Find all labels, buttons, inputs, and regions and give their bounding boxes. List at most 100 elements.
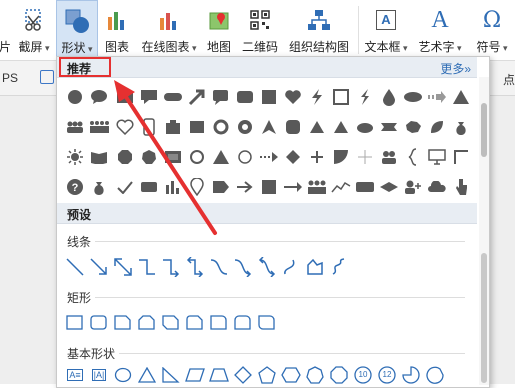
shape-right-arrow[interactable]	[233, 175, 257, 199]
shape-ellipse[interactable]	[401, 85, 425, 109]
shape-triangle-outline[interactable]	[209, 145, 233, 169]
shape-lightning-2[interactable]	[353, 85, 377, 109]
basic-decagon[interactable]: 10	[351, 363, 375, 387]
shape-octagon[interactable]	[113, 145, 137, 169]
shape-corner[interactable]	[449, 145, 473, 169]
shape-leaf[interactable]	[425, 115, 449, 139]
shape-square[interactable]	[257, 85, 281, 109]
line-elbow-arrow[interactable]	[159, 255, 183, 279]
shape-donut[interactable]	[209, 115, 233, 139]
line-curved-double-arrow[interactable]	[255, 255, 279, 279]
shape-speech-bubble[interactable]	[87, 85, 111, 109]
shape-rounded-square[interactable]	[281, 115, 305, 139]
ribbon-button-shapes[interactable]: 形状	[56, 0, 98, 58]
shape-circle-outline[interactable]	[233, 145, 257, 169]
ribbon-button-chart[interactable]: 图表	[102, 0, 132, 58]
shape-sun[interactable]	[63, 145, 87, 169]
shape-brace[interactable]	[401, 145, 425, 169]
shape-rect-dark[interactable]	[137, 175, 161, 199]
shape-phone[interactable]	[137, 115, 161, 139]
rect-snip-round[interactable]	[183, 311, 207, 335]
ribbon-button-wordart[interactable]: A 艺术字	[414, 0, 466, 58]
shape-long-arrow[interactable]	[281, 175, 305, 199]
ribbon-button-textbox[interactable]: A 文本框	[362, 0, 410, 58]
shape-square-2[interactable]	[257, 175, 281, 199]
preset-scroll-thumb[interactable]	[481, 253, 487, 383]
shape-china-map[interactable]	[401, 115, 425, 139]
shape-building[interactable]	[161, 115, 185, 139]
shape-quarter-pie[interactable]	[329, 145, 353, 169]
basic-chord[interactable]	[423, 363, 447, 387]
rect-round-diag[interactable]	[255, 311, 279, 335]
shape-callout-rect[interactable]	[137, 85, 161, 109]
shape-filled-square[interactable]	[185, 115, 209, 139]
shape-heptagon[interactable]	[137, 145, 161, 169]
shape-diamond[interactable]	[281, 145, 305, 169]
shape-heart-outline[interactable]	[113, 115, 137, 139]
shape-monitor[interactable]	[425, 145, 449, 169]
shape-hand-pointer[interactable]	[449, 175, 473, 199]
rect-rounded[interactable]	[87, 311, 111, 335]
basic-pie[interactable]	[399, 363, 423, 387]
shape-rounded-bar[interactable]	[161, 85, 185, 109]
ribbon-button-online-chart[interactable]: 在线图表	[136, 0, 202, 58]
basic-textbox[interactable]: A≡	[63, 363, 87, 387]
shape-pentagon-tag[interactable]	[209, 175, 233, 199]
shape-rounded-rect[interactable]	[233, 85, 257, 109]
tab-right-text[interactable]: 点	[503, 71, 515, 88]
recommended-scroll-thumb[interactable]	[481, 103, 487, 157]
shape-callout-square[interactable]	[209, 85, 233, 109]
line-elbow-double-arrow[interactable]	[183, 255, 207, 279]
shape-bevel-rect[interactable]	[161, 145, 185, 169]
shape-frame[interactable]	[329, 85, 353, 109]
shape-people-row[interactable]	[87, 115, 111, 139]
shape-question-circle[interactable]: ?	[63, 175, 87, 199]
shape-ribbon[interactable]	[377, 115, 401, 139]
shape-zigzag-line[interactable]	[329, 175, 353, 199]
basic-oval[interactable]	[111, 363, 135, 387]
line-curve-freeform[interactable]	[279, 255, 303, 279]
shape-small-triangle-2[interactable]	[329, 115, 353, 139]
basic-right-triangle[interactable]	[159, 363, 183, 387]
shape-teardrop[interactable]	[377, 85, 401, 109]
rect-snip-two[interactable]	[135, 311, 159, 335]
line-curved-arrow[interactable]	[231, 255, 255, 279]
basic-trapezoid[interactable]	[207, 363, 231, 387]
ribbon-button-screenshot[interactable]: 截屏	[14, 0, 54, 58]
rect-snip-one[interactable]	[111, 311, 135, 335]
rect-snip-diag[interactable]	[159, 311, 183, 335]
shape-up-arrow-triangle[interactable]	[257, 115, 281, 139]
shape-lightning[interactable]	[305, 85, 329, 109]
shape-ring[interactable]	[185, 145, 209, 169]
line-elbow[interactable]	[135, 255, 159, 279]
panel-scrollbar[interactable]	[479, 77, 489, 385]
basic-parallelogram[interactable]	[183, 363, 207, 387]
line-arrow[interactable]	[87, 255, 111, 279]
shape-cloud[interactable]	[425, 175, 449, 199]
rect-round-one[interactable]	[207, 311, 231, 335]
shape-map-pin[interactable]	[185, 175, 209, 199]
shape-triangle[interactable]	[449, 85, 473, 109]
basic-triangle[interactable]	[135, 363, 159, 387]
line-curved[interactable]	[207, 255, 231, 279]
shape-thin-cross[interactable]	[353, 145, 377, 169]
document-icon[interactable]	[40, 70, 54, 84]
basic-pentagon[interactable]	[255, 363, 279, 387]
shape-plus[interactable]	[305, 145, 329, 169]
basic-vertical-textbox[interactable]: |A|	[87, 363, 111, 387]
basic-hexagon[interactable]	[279, 363, 303, 387]
shape-rectangle[interactable]	[113, 85, 137, 109]
rect-plain[interactable]	[63, 311, 87, 335]
shape-pinwheel[interactable]	[233, 115, 257, 139]
shape-book[interactable]	[87, 145, 111, 169]
shape-circle[interactable]	[63, 85, 87, 109]
ribbon-button-qrcode[interactable]: 二维码	[238, 0, 282, 58]
line-freeform-shape[interactable]	[303, 255, 327, 279]
shape-diamond-wide[interactable]	[377, 175, 401, 199]
shape-people-many[interactable]	[305, 175, 329, 199]
shape-people-pair[interactable]	[377, 145, 401, 169]
shape-dotted-arrow[interactable]	[257, 145, 281, 169]
shape-striped-arrow[interactable]	[425, 85, 449, 109]
shape-bar-chart[interactable]	[161, 175, 185, 199]
shape-cloud-small[interactable]	[353, 115, 377, 139]
